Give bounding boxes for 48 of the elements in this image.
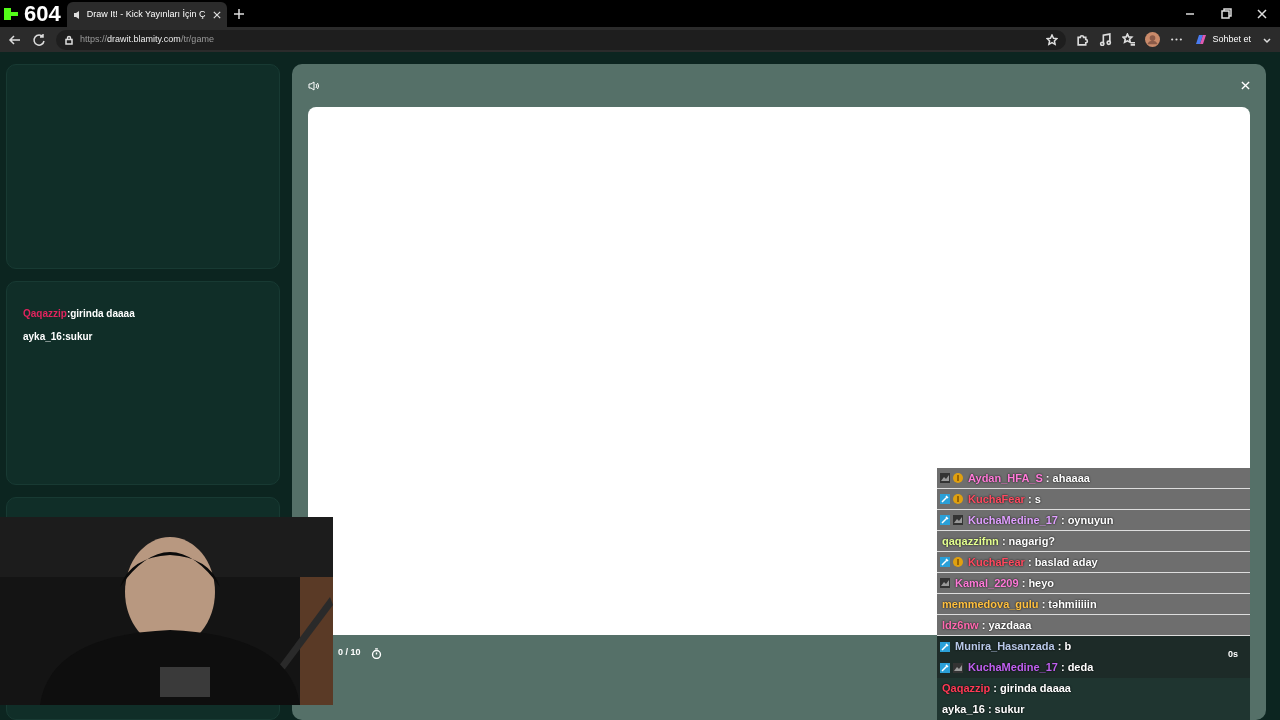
sub-badge-icon xyxy=(940,473,950,483)
sub-badge-icon xyxy=(953,662,963,673)
lock-icon xyxy=(64,34,74,45)
favorites-icon[interactable] xyxy=(1122,33,1136,46)
chat-message: memmedova_gulu : təhmiiiiin xyxy=(942,596,1097,612)
drawing-canvas[interactable] xyxy=(308,107,1250,635)
chat-message: Qaqazzip:girinda daaaa xyxy=(23,307,136,321)
coin-icon xyxy=(953,494,963,504)
address-field[interactable]: https://drawit.blamity.com/tr/game xyxy=(56,29,1067,50)
chat-message: ayka_16 : sukur xyxy=(942,702,1025,718)
url-text: https://drawit.blamity.com/tr/game xyxy=(80,32,214,46)
back-icon[interactable] xyxy=(8,32,22,47)
music-icon[interactable] xyxy=(1099,33,1113,46)
sword-icon xyxy=(940,662,950,673)
sub-badge-icon xyxy=(940,578,950,588)
tab-title: Draw It! - Kick Yayınları İçin Ç xyxy=(86,7,206,21)
profile-avatar[interactable] xyxy=(1145,32,1161,47)
chat-message: qaqazzifnn : nagarig? xyxy=(942,533,1056,549)
chat-message: ayka_16:sukur xyxy=(23,330,94,344)
new-tab-icon[interactable] xyxy=(232,7,245,20)
viewer-counter: 604 xyxy=(24,2,61,25)
sound-icon[interactable] xyxy=(308,80,319,91)
puzzle-icon[interactable] xyxy=(1076,33,1090,46)
sword-icon xyxy=(940,515,950,525)
reload-icon[interactable] xyxy=(32,32,46,47)
chat-message: Kamal_2209 : heyo xyxy=(955,575,1055,591)
chat-message: KuchaMedine_17 : deda xyxy=(968,660,1094,676)
chat-message: KuchaMedine_17 : oynuyun xyxy=(968,512,1114,528)
coin-icon xyxy=(953,473,963,483)
timer-icon xyxy=(370,647,382,659)
chat-message: Aydan_HFA_S : ahaaaa xyxy=(968,470,1090,486)
timer-text: 0s xyxy=(1228,648,1238,661)
coin-icon xyxy=(953,557,963,567)
browser-tab[interactable]: Draw It! - Kick Yayınları İçin Ç xyxy=(66,2,227,27)
close-tab-icon[interactable] xyxy=(212,10,221,19)
star-icon[interactable] xyxy=(1046,33,1059,46)
round-counter: 0 / 10 xyxy=(338,646,361,660)
copilot-icon xyxy=(1194,32,1209,47)
sub-badge-icon xyxy=(953,515,963,525)
chat-message: KuchaFear : s xyxy=(968,491,1041,507)
copilot-button[interactable]: Sohbet et xyxy=(1193,31,1252,48)
chat-message: Qaqazzip : girinda daaaa xyxy=(942,681,1071,697)
chat-message: ldz6nw : yazdaaa xyxy=(942,617,1032,633)
sword-icon xyxy=(940,557,950,567)
sword-icon xyxy=(940,494,950,504)
sword-icon xyxy=(940,641,950,652)
chat-message: KuchaFear : baslad aday xyxy=(968,554,1098,570)
chat-message: Munira_Hasanzada : b xyxy=(955,639,1072,655)
